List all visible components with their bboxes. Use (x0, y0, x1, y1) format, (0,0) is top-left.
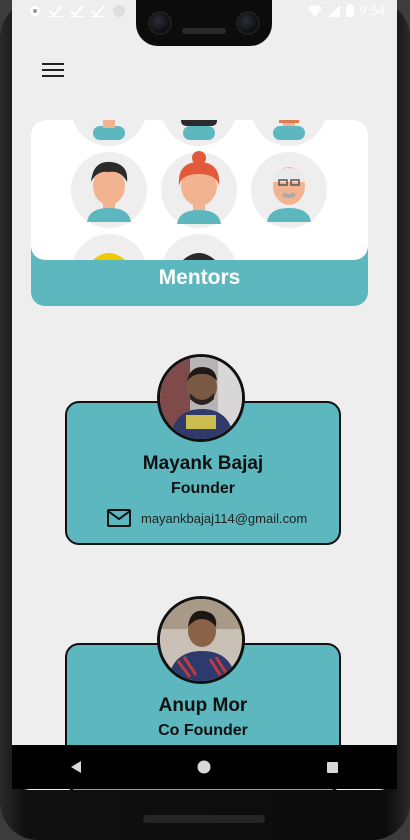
avatar-illustration (161, 151, 237, 228)
avatar-illustration (72, 120, 146, 146)
avatar-illustration (252, 120, 326, 146)
back-icon[interactable] (56, 747, 96, 787)
camera-notch (136, 0, 272, 46)
avatar-illustration (71, 152, 147, 228)
menu-line (42, 75, 64, 77)
circle-icon (113, 5, 125, 17)
status-time: 9:54 (359, 3, 385, 18)
signal-icon (327, 4, 340, 17)
avatar (157, 596, 245, 684)
mentor-email: mayankbajaj114@gmail.com (141, 510, 308, 526)
mentors-illustration (31, 120, 368, 260)
banner-title: Mentors (158, 266, 241, 289)
navigation-bar (12, 745, 397, 789)
bottom-speaker (143, 815, 265, 823)
front-camera (236, 11, 260, 35)
recents-icon[interactable] (313, 747, 353, 787)
mentors-banner: Mentors (31, 120, 368, 306)
avatar-illustration (162, 234, 236, 260)
menu-line (42, 63, 64, 65)
mentor-role: Co Founder (158, 722, 248, 739)
avatar-illustration (251, 152, 327, 228)
mentor-role: Founder (171, 480, 235, 497)
email-link[interactable]: mayankbajaj114@gmail.com (107, 509, 307, 527)
battery-icon (345, 4, 354, 17)
check-icon (49, 5, 63, 17)
wifi-icon (307, 4, 322, 17)
avatar (157, 354, 245, 442)
front-camera (148, 11, 172, 35)
earpiece-speaker (182, 28, 226, 34)
mentor-name: Mayank Bajaj (142, 453, 264, 474)
hamburger-menu-icon[interactable] (42, 60, 64, 80)
settings-icon (30, 6, 40, 16)
mentor-name: Anup Mor (158, 695, 248, 716)
status-left-icons (28, 4, 126, 18)
check-icon (70, 5, 84, 17)
app-screen: 9:54 Mentors Mayank Bajaj Founder mayank… (12, 0, 397, 790)
avatar-illustration (72, 234, 146, 260)
menu-line (42, 69, 64, 71)
home-icon[interactable] (184, 747, 224, 787)
avatar-illustration (162, 120, 236, 146)
email-icon (107, 509, 131, 527)
status-right-icons: 9:54 (307, 3, 385, 18)
check-icon (91, 5, 105, 17)
